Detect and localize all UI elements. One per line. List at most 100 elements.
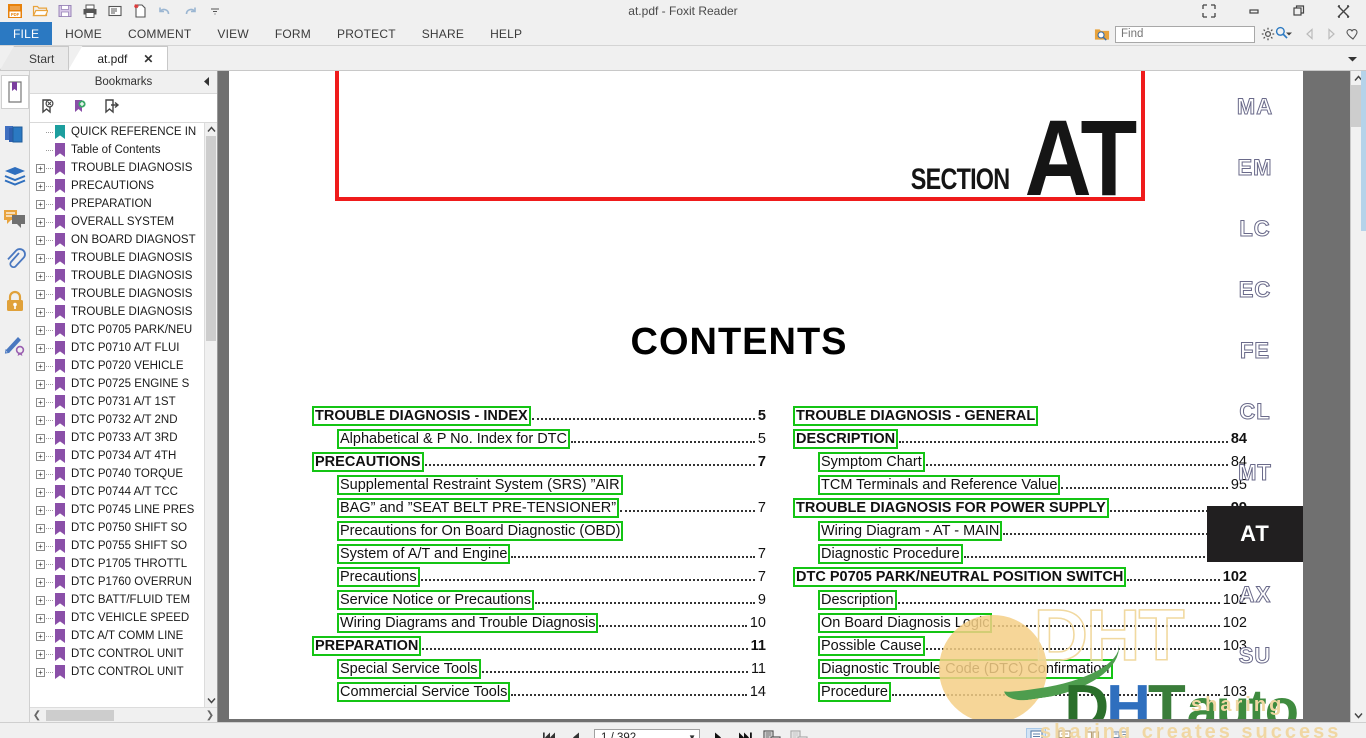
search-input[interactable]: [1121, 28, 1275, 40]
menu-item-share[interactable]: SHARE: [409, 22, 477, 45]
toc-entry-label[interactable]: DTC P0705 PARK/NEUTRAL POSITION SWITCH: [792, 567, 1127, 587]
bookmark-item[interactable]: + DTC P0733 A/T 3RD: [30, 429, 217, 447]
expand-bookmark-icon[interactable]: +: [36, 559, 45, 569]
restore-tabs-icon[interactable]: [1186, 0, 1231, 22]
expand-bookmark-icon[interactable]: +: [36, 361, 45, 371]
goto-bookmark-icon[interactable]: [104, 98, 120, 118]
menu-item-file[interactable]: FILE: [0, 22, 53, 45]
menu-item-home[interactable]: HOME: [52, 22, 115, 45]
toc-entry[interactable]: TCM Terminals and Reference Value 95: [795, 470, 1247, 495]
toc-entry[interactable]: Wiring Diagram - AT - MAIN99: [795, 516, 1247, 541]
last-page-icon[interactable]: [736, 729, 754, 738]
new-bookmark-icon[interactable]: [72, 99, 88, 118]
undo-icon[interactable]: [154, 1, 176, 21]
bookmark-item[interactable]: + DTC BATT/FLUID TEM: [30, 591, 217, 609]
section-tab-ma[interactable]: MA: [1207, 79, 1303, 135]
expand-bookmark-icon[interactable]: +: [36, 307, 45, 317]
print-icon[interactable]: [79, 1, 101, 21]
expand-bookmark-icon[interactable]: +: [36, 379, 45, 389]
toc-entry-label[interactable]: PRECAUTIONS: [312, 452, 424, 472]
toc-entry-label[interactable]: BAG” and ”SEAT BELT PRE-TENSIONER”: [336, 498, 620, 518]
tab-start[interactable]: Start: [0, 46, 70, 70]
chevron-down-icon[interactable]: ▼: [688, 733, 696, 738]
scroll-left-icon[interactable]: ❮: [30, 710, 44, 721]
previous-page-icon[interactable]: [567, 729, 585, 738]
delete-bookmark-icon[interactable]: [40, 98, 56, 118]
foxit-logo-icon[interactable]: PDF: [4, 1, 26, 21]
find-box[interactable]: [1115, 25, 1288, 43]
expand-bookmark-icon[interactable]: +: [36, 217, 45, 227]
bookmark-item[interactable]: + DTC P0705 PARK/NEU: [30, 321, 217, 339]
security-panel-icon[interactable]: [1, 285, 29, 319]
bookmark-item[interactable]: + TROUBLE DIAGNOSIS: [30, 285, 217, 303]
rotate-left-icon[interactable]: [763, 729, 781, 738]
pdf-viewer[interactable]: SECTION AT CONTENTS TROUBLE DIAGNOSIS - …: [218, 71, 1366, 722]
expand-bookmark-icon[interactable]: +: [36, 253, 45, 263]
section-tab-at[interactable]: AT: [1207, 506, 1303, 562]
section-tab-cl[interactable]: CL: [1207, 384, 1303, 440]
expand-bookmark-icon[interactable]: +: [36, 667, 45, 677]
heart-icon[interactable]: [1344, 26, 1360, 42]
bookmark-item[interactable]: + DTC P0731 A/T 1ST: [30, 393, 217, 411]
hscrollbar-thumb[interactable]: [46, 709, 114, 721]
toc-entry-label[interactable]: Diagnostic Procedure: [818, 544, 963, 564]
toc-entry-label[interactable]: On Board Diagnosis Logic: [817, 613, 993, 633]
expand-bookmark-icon[interactable]: +: [36, 289, 45, 299]
menu-item-protect[interactable]: PROTECT: [324, 22, 409, 45]
bookmark-item[interactable]: + DTC P0734 A/T 4TH: [30, 447, 217, 465]
expand-bookmark-icon[interactable]: +: [36, 505, 45, 515]
attachments-panel-icon[interactable]: [1, 243, 29, 277]
expand-bookmark-icon[interactable]: +: [36, 649, 45, 659]
toc-entry[interactable]: Alphabetical & P No. Index for DTC 5: [314, 424, 766, 449]
toc-entry[interactable]: PREPARATION 11: [311, 631, 766, 656]
bookmark-item[interactable]: + PREPARATION: [30, 195, 217, 213]
toc-entry[interactable]: Procedure 103: [795, 677, 1247, 702]
section-tab-ax[interactable]: AX: [1207, 567, 1303, 623]
bookmark-item[interactable]: + TROUBLE DIAGNOSIS: [30, 267, 217, 285]
save-icon[interactable]: [54, 1, 76, 21]
expand-bookmark-icon[interactable]: +: [36, 199, 45, 209]
scrollbar-thumb[interactable]: [206, 136, 216, 341]
bookmark-item[interactable]: + ON BOARD DIAGNOST: [30, 231, 217, 249]
bookmark-item[interactable]: + DTC P1760 OVERRUN: [30, 573, 217, 591]
expand-bookmark-icon[interactable]: +: [36, 415, 45, 425]
toc-entry[interactable]: Diagnostic Trouble Code (DTC) Confirmati…: [795, 654, 1247, 679]
bookmark-item[interactable]: + DTC P0720 VEHICLE: [30, 357, 217, 375]
rotate-right-icon[interactable]: [790, 729, 808, 738]
expand-bookmark-icon[interactable]: +: [36, 181, 45, 191]
bookmark-item[interactable]: + DTC P0755 SHIFT SO: [30, 537, 217, 555]
expand-bookmark-icon[interactable]: +: [36, 469, 45, 479]
expand-bookmark-icon[interactable]: +: [36, 343, 45, 353]
customize-qat-caret[interactable]: [204, 1, 226, 21]
menu-item-comment[interactable]: COMMENT: [115, 22, 204, 45]
scroll-up-icon[interactable]: [205, 123, 217, 136]
toc-entry-label[interactable]: Precautions for On Board Diagnostic (OBD…: [336, 521, 624, 541]
toc-entry[interactable]: PRECAUTIONS 7: [312, 447, 766, 472]
toc-entry[interactable]: BAG” and ”SEAT BELT PRE-TENSIONER” 7: [314, 493, 766, 518]
bookmark-item[interactable]: QUICK REFERENCE IN: [30, 123, 217, 141]
section-tab-mt[interactable]: MT: [1207, 445, 1303, 501]
bookmarks-vertical-scrollbar[interactable]: [204, 123, 217, 707]
toc-entry[interactable]: Service Notice or Precautions 9: [314, 585, 766, 610]
toc-entry[interactable]: On Board Diagnosis Logic 102: [795, 608, 1247, 633]
expand-bookmark-icon[interactable]: +: [36, 433, 45, 443]
bookmark-item[interactable]: + DTC VEHICLE SPEED: [30, 609, 217, 627]
toc-entry[interactable]: System of A/T and Engine 7: [314, 539, 766, 564]
tab-close-icon[interactable]: ✕: [143, 52, 153, 66]
create-pdf-icon[interactable]: [129, 1, 151, 21]
bookmark-item[interactable]: + DTC P0745 LINE PRES: [30, 501, 217, 519]
toc-entry-label[interactable]: TROUBLE DIAGNOSIS - INDEX: [312, 406, 531, 426]
toc-entry[interactable]: DESCRIPTION 84: [792, 424, 1247, 449]
toc-entry[interactable]: Precautions for On Board Diagnostic (OBD…: [314, 516, 766, 541]
tab-at-pdf[interactable]: at.pdf ✕: [68, 46, 169, 70]
bookmark-item[interactable]: + TROUBLE DIAGNOSIS: [30, 249, 217, 267]
close-icon[interactable]: [1321, 0, 1366, 22]
toc-entry-label[interactable]: PREPARATION: [311, 636, 422, 656]
bookmark-item[interactable]: + DTC P0732 A/T 2ND: [30, 411, 217, 429]
bookmark-item[interactable]: + DTC P1705 THROTTL: [30, 555, 217, 573]
bookmarks-horizontal-scrollbar[interactable]: ❮ ❯: [30, 707, 217, 722]
section-tab-lc[interactable]: LC: [1207, 201, 1303, 257]
first-page-icon[interactable]: [540, 729, 558, 738]
toc-entry[interactable]: Diagnostic Procedure100: [795, 539, 1247, 564]
toc-entry[interactable]: Special Service Tools 11: [314, 654, 766, 679]
